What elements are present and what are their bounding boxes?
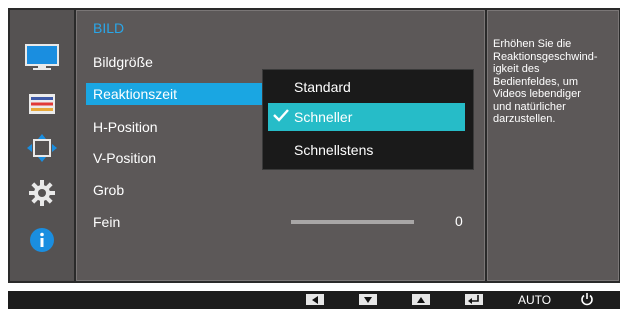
enter-icon[interactable] xyxy=(465,294,483,305)
option-schnellstens[interactable]: Schnellstens xyxy=(294,140,373,160)
help-text: Erhöhen Sie die Reaktionsgeschwind- igke… xyxy=(493,38,598,125)
menu-item-grob[interactable]: Grob xyxy=(93,180,124,200)
menu-title: BILD xyxy=(93,20,125,36)
gear-icon[interactable] xyxy=(10,175,74,211)
option-schneller[interactable]: Schneller xyxy=(294,107,352,127)
menu-item-v-position[interactable]: V-Position xyxy=(93,148,156,168)
info-icon[interactable] xyxy=(10,222,74,258)
left-arrow-icon[interactable] xyxy=(306,294,324,305)
menu-item-reaktionszeit[interactable]: Reaktionszeit xyxy=(93,84,177,104)
checkmark-icon xyxy=(272,108,290,127)
menu-item-bildgroesse[interactable]: Bildgröße xyxy=(93,52,153,72)
down-arrow-icon[interactable] xyxy=(359,294,377,305)
settings-list-icon[interactable] xyxy=(10,86,74,122)
menu-item-fein[interactable]: Fein xyxy=(93,212,120,232)
position-arrows-icon[interactable] xyxy=(10,130,74,166)
fein-value: 0 xyxy=(455,213,463,229)
power-icon[interactable] xyxy=(580,292,594,311)
fein-slider[interactable] xyxy=(291,220,414,224)
auto-button[interactable]: AUTO xyxy=(518,293,551,307)
menu-item-h-position[interactable]: H-Position xyxy=(93,117,158,137)
category-sidebar xyxy=(10,10,74,281)
option-standard[interactable]: Standard xyxy=(294,77,351,97)
help-panel: Erhöhen Sie die Reaktionsgeschwind- igke… xyxy=(487,10,619,281)
up-arrow-icon[interactable] xyxy=(412,294,430,305)
monitor-icon[interactable] xyxy=(10,39,74,75)
